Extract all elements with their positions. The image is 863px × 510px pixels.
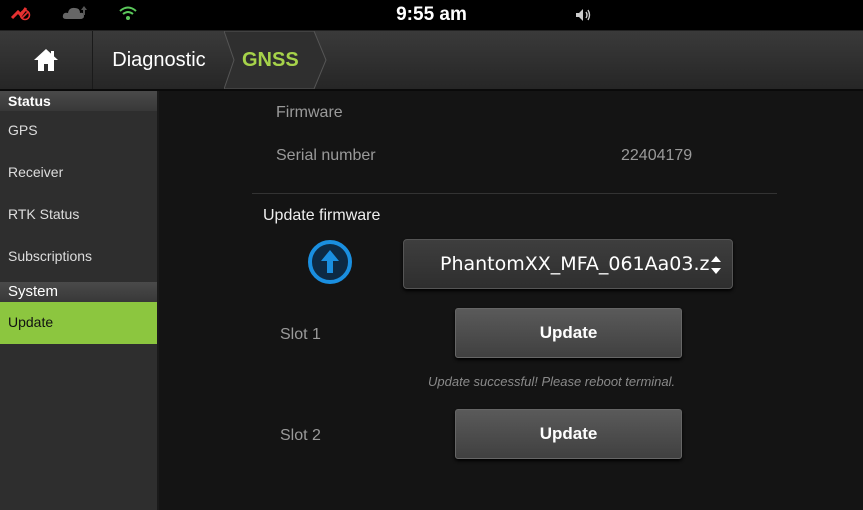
- select-arrows-icon: [711, 256, 721, 274]
- firmware-file-value: PhantomXX_MFA_061Aa03.z: [440, 253, 710, 275]
- clock: 9:55 am: [396, 4, 467, 25]
- sidebar-section-status: Status: [0, 91, 157, 111]
- success-message: Update successful! Please reboot termina…: [428, 374, 676, 389]
- slot2-update-button[interactable]: Update: [455, 409, 682, 459]
- breadcrumb-gnss[interactable]: GNSS: [224, 31, 334, 89]
- slot2-label: Slot 2: [280, 427, 321, 444]
- sidebar-item-update[interactable]: Update: [0, 302, 157, 344]
- sidebar: Status GPS Receiver RTK Status Subscript…: [0, 91, 159, 510]
- sidebar-item-receiver[interactable]: Receiver: [0, 152, 157, 192]
- upload-icon[interactable]: [307, 239, 353, 285]
- breadcrumb: Diagnostic GNSS: [0, 31, 863, 91]
- sidebar-item-rtk-status[interactable]: RTK Status: [0, 194, 157, 234]
- home-icon: [34, 49, 58, 71]
- serial-number-label: Serial number: [276, 147, 376, 164]
- main-panel: Firmware Serial number 22404179 Update f…: [159, 91, 863, 510]
- serial-number-value: 22404179: [621, 147, 693, 164]
- slot1-update-button[interactable]: Update: [455, 308, 682, 358]
- divider: [252, 193, 777, 194]
- sidebar-section-system: System: [0, 282, 157, 302]
- status-bar: 9:55 am: [0, 0, 863, 31]
- sidebar-item-gps[interactable]: GPS: [0, 111, 157, 151]
- update-firmware-title: Update firmware: [263, 207, 381, 224]
- breadcrumb-gnss-label: GNSS: [242, 49, 299, 71]
- breadcrumb-diagnostic[interactable]: Diagnostic: [93, 31, 225, 89]
- home-button[interactable]: [0, 31, 93, 89]
- firmware-file-select[interactable]: PhantomXX_MFA_061Aa03.z: [403, 239, 733, 289]
- sidebar-item-subscriptions[interactable]: Subscriptions: [0, 236, 157, 276]
- volume-icon: [576, 9, 591, 21]
- slot1-label: Slot 1: [280, 326, 321, 343]
- firmware-label: Firmware: [276, 104, 343, 121]
